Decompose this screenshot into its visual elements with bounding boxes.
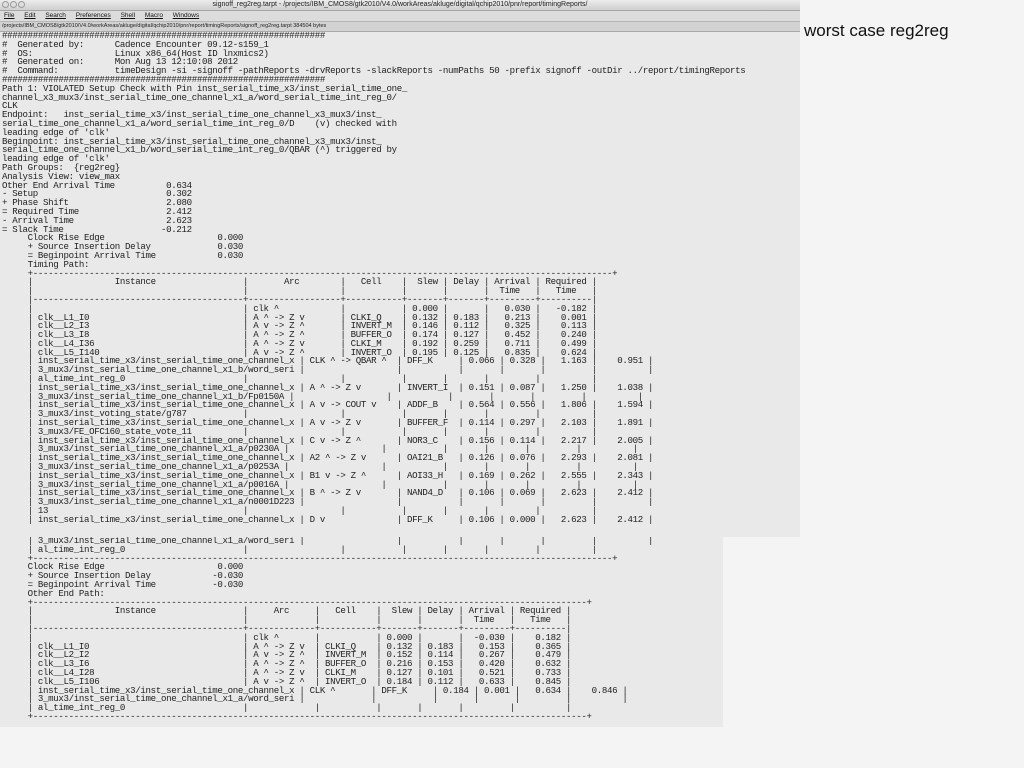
timing-report-text[interactable]: ########################################… xyxy=(0,32,800,537)
menu-search[interactable]: Search xyxy=(45,12,66,19)
window-title: signoff_reg2reg.tarpt - /projects/IBM_CM… xyxy=(212,1,588,8)
zoom-window-icon[interactable] xyxy=(18,1,25,8)
menu-bar: File Edit Search Preferences Shell Macro… xyxy=(0,11,800,22)
close-window-icon[interactable] xyxy=(2,1,9,8)
slide-annotation: worst case reg2reg xyxy=(804,21,949,40)
timing-report-continuation: | 3_mux3/inst_serial_time_one_channel_x1… xyxy=(0,537,723,727)
window-titlebar[interactable]: signoff_reg2reg.tarpt - /projects/IBM_CM… xyxy=(0,0,800,11)
timing-report-text-continued[interactable]: | 3_mux3/inst_serial_time_one_channel_x1… xyxy=(0,537,723,722)
menu-preferences[interactable]: Preferences xyxy=(76,12,111,19)
menu-edit[interactable]: Edit xyxy=(24,12,35,19)
menu-shell[interactable]: Shell xyxy=(121,12,135,19)
menu-macro[interactable]: Macro xyxy=(145,12,163,19)
minimize-window-icon[interactable] xyxy=(10,1,17,8)
file-path-status: /projects/IBM_CMOS8/gtk2010/V4.0/workAre… xyxy=(0,22,800,32)
editor-window: signoff_reg2reg.tarpt - /projects/IBM_CM… xyxy=(0,0,800,537)
window-controls[interactable] xyxy=(2,1,26,12)
menu-windows[interactable]: Windows xyxy=(173,12,199,19)
menu-file[interactable]: File xyxy=(4,12,14,19)
